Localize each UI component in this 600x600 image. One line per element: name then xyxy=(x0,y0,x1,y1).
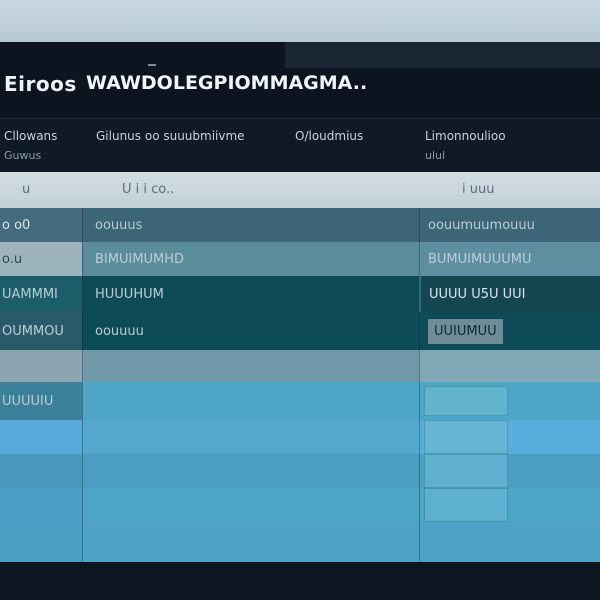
toolbar-item-2[interactable]: Gilunus oo suuubmiivme xyxy=(96,129,245,143)
window-title: WAWDOLEGPIOMMAGMA.. xyxy=(86,72,368,94)
table-cell: UAMMMI xyxy=(0,276,82,312)
table-row[interactable]: UUUUIU xyxy=(0,382,600,420)
toolbar-item-2-label: Gilunus oo suuubmiivme xyxy=(96,129,245,143)
status-badge[interactable]: UUIUMUU xyxy=(428,318,503,344)
column-header-3[interactable]: i uuu xyxy=(462,182,494,197)
table-header: u U i i co.. i uuu xyxy=(0,172,600,208)
cell-input-box[interactable] xyxy=(424,420,508,454)
table-cell xyxy=(82,420,419,454)
toolbar-item-1[interactable]: Cllowans Guwus xyxy=(4,129,57,162)
data-table: u U i i co.. i uuu o o0 oouuus oouumuumo… xyxy=(0,172,600,562)
table-cell xyxy=(419,382,600,420)
table-cell xyxy=(0,522,82,562)
table-cell xyxy=(419,454,600,488)
status-bar xyxy=(0,562,600,600)
table-row[interactable]: UAMMMI HUUUHUM UUUU U5U UUI xyxy=(0,276,600,312)
table-cell: o o0 xyxy=(0,208,82,242)
cell-input-box[interactable] xyxy=(424,454,508,488)
table-cell: BIMUIMUMHD xyxy=(82,242,419,276)
table-cell xyxy=(419,420,600,454)
table-row[interactable] xyxy=(0,454,600,488)
table-cell: BUMUIMUUUMU xyxy=(419,242,600,276)
column-header-2[interactable]: U i i co.. xyxy=(122,182,174,197)
table-cell xyxy=(82,488,419,522)
table-row[interactable] xyxy=(0,488,600,522)
table-cell xyxy=(419,522,600,562)
toolbar-item-1-label: Cllowans xyxy=(4,129,58,143)
table-cell: oouuus xyxy=(82,208,419,242)
app-name: Eiroos xyxy=(4,72,77,96)
toolbar-item-4[interactable]: Limonnoulioo ulul xyxy=(425,129,506,162)
app-window: Eiroos WAWDOLEGPIOMMAGMA.. Cllowans Guwu… xyxy=(0,42,600,564)
table-cell: UUUU U5U UUI xyxy=(419,276,600,312)
desktop-background xyxy=(0,0,600,42)
tab-strip xyxy=(285,42,600,68)
column-header-1[interactable]: u xyxy=(22,182,30,197)
title-dots-icon xyxy=(148,64,156,66)
table-cell xyxy=(82,454,419,488)
toolbar: Cllowans Guwus Gilunus oo suuubmiivme O/… xyxy=(0,118,600,172)
table-row[interactable] xyxy=(0,420,600,454)
table-row[interactable] xyxy=(0,350,600,382)
toolbar-item-1-sub: Guwus xyxy=(4,149,42,162)
title-bar: Eiroos WAWDOLEGPIOMMAGMA.. xyxy=(0,42,600,118)
table-cell: oouumuumouuu xyxy=(419,208,600,242)
table-row[interactable] xyxy=(0,522,600,562)
table-cell: UUUUIU xyxy=(0,382,82,420)
table-cell: HUUUHUM xyxy=(82,276,419,312)
table-cell: oouuuu xyxy=(82,312,419,350)
cell-input-box[interactable] xyxy=(424,488,508,522)
toolbar-item-3-label: O/loudmius xyxy=(295,129,364,143)
cell-input-box[interactable] xyxy=(424,386,508,416)
table-cell xyxy=(82,522,419,562)
table-row[interactable]: o o0 oouuus oouumuumouuu xyxy=(0,208,600,242)
table-cell: OUMMOU xyxy=(0,312,82,350)
toolbar-item-3[interactable]: O/loudmius xyxy=(295,129,363,143)
table-cell xyxy=(419,350,600,382)
table-row[interactable]: OUMMOU oouuuu UUIUMUU xyxy=(0,312,600,350)
table-cell xyxy=(0,454,82,488)
table-cell xyxy=(82,350,419,382)
table-cell xyxy=(0,350,82,382)
table-cell: UUIUMUU xyxy=(419,312,600,350)
toolbar-item-4-label: Limonnoulioo xyxy=(425,129,506,143)
table-cell xyxy=(419,488,600,522)
table-cell xyxy=(0,488,82,522)
table-cell xyxy=(0,420,82,454)
table-cell: o.u xyxy=(0,242,82,276)
toolbar-item-4-sub: ulul xyxy=(425,149,446,162)
table-cell xyxy=(82,382,419,420)
table-row[interactable]: o.u BIMUIMUMHD BUMUIMUUUMU xyxy=(0,242,600,276)
